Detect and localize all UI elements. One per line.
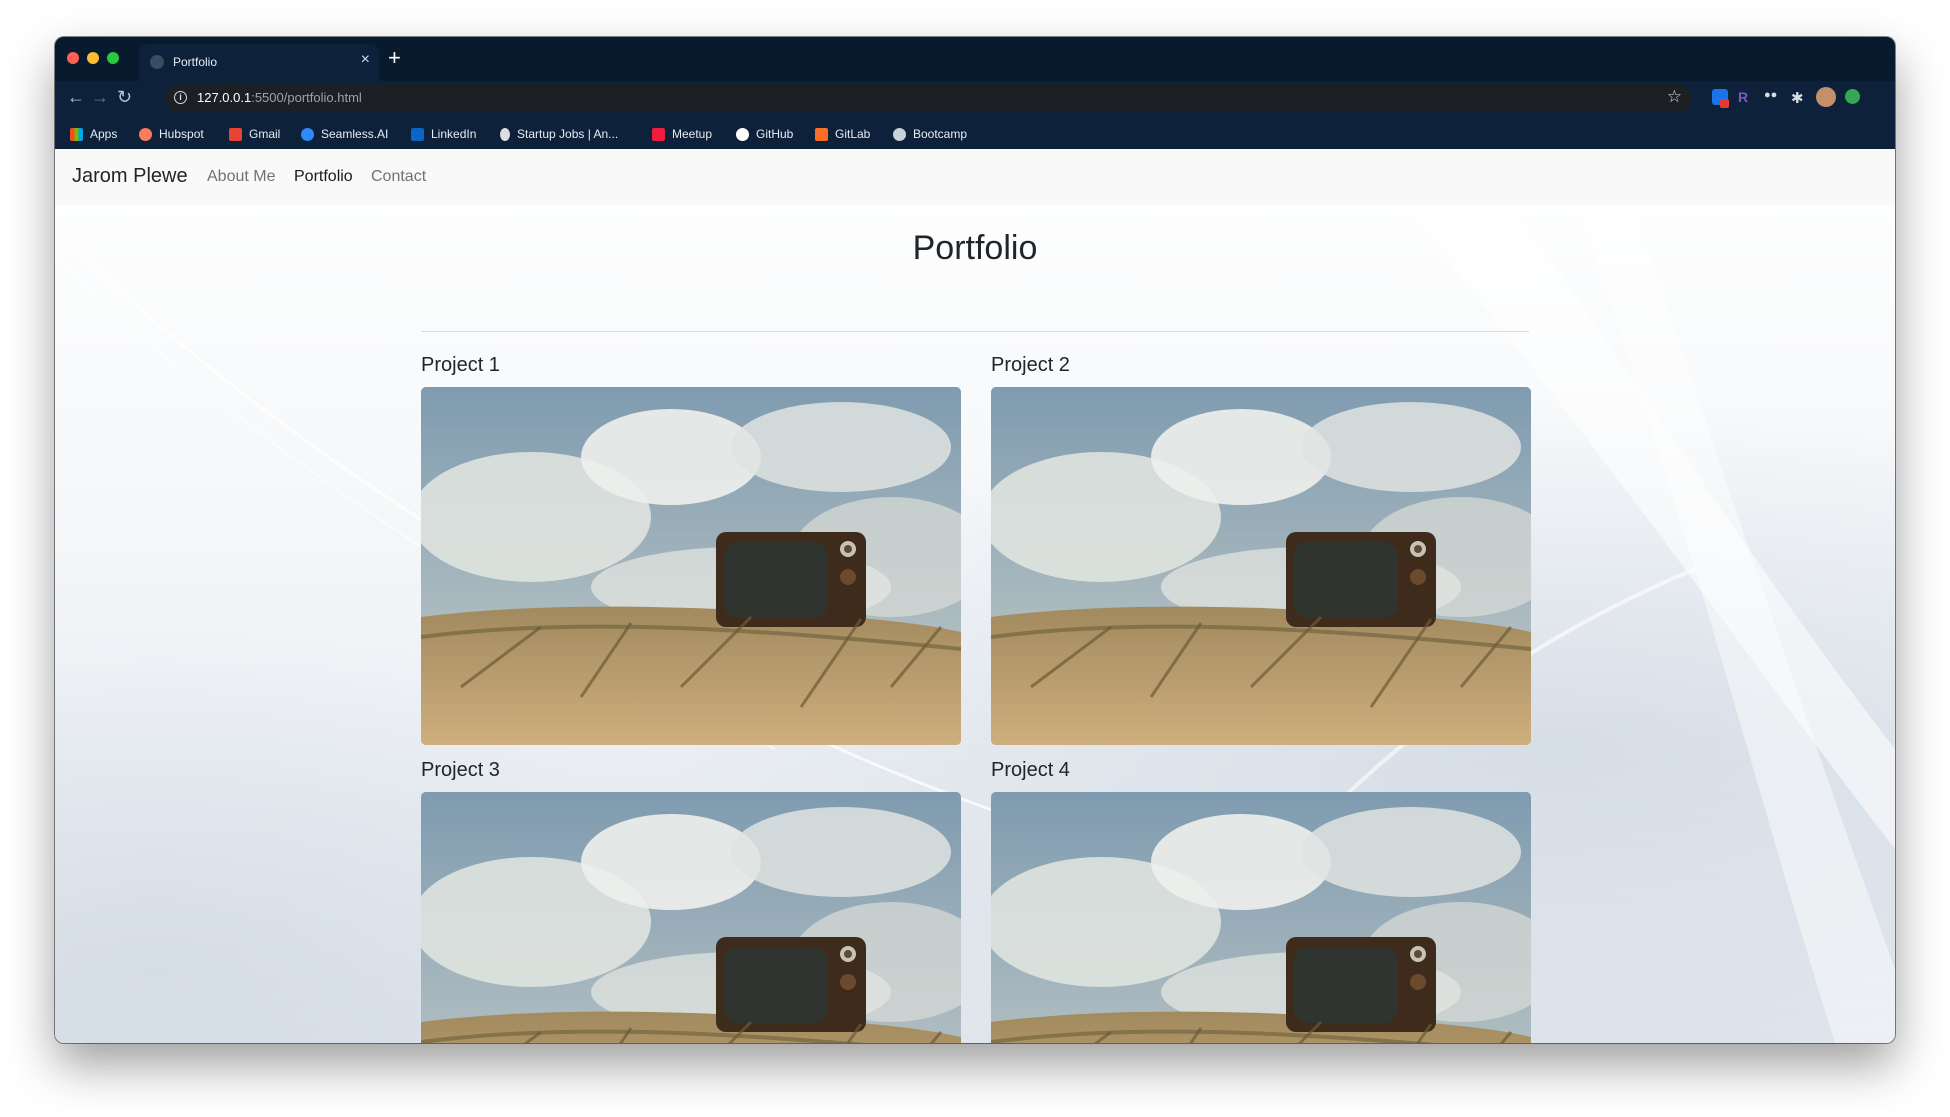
browser-window: Portfolio × + ← → ↻ i 127.0.0.1:5500/por… [55, 37, 1895, 1043]
url-path: :5500/portfolio.html [251, 90, 362, 105]
bookmarks-bar: Apps Hubspot Gmail Seamless.AI LinkedIn … [55, 119, 1895, 149]
extension-r-icon[interactable]: R [1738, 89, 1754, 105]
project-title: Project 4 [991, 759, 1070, 781]
page-title: Portfolio [912, 229, 1038, 267]
url-text[interactable]: 127.0.0.1:5500/portfolio.html [197, 90, 362, 105]
project-image[interactable] [991, 387, 1531, 745]
site-navbar: Jarom Plewe About Me Portfolio Contact [55, 149, 1895, 205]
site-brand[interactable]: Jarom Plewe [72, 165, 188, 188]
tab-title: Portfolio [173, 55, 218, 69]
url-host: 127.0.0.1 [197, 90, 252, 105]
project-title: Project 3 [421, 759, 500, 781]
project-image[interactable] [421, 387, 961, 745]
browser-tab-portfolio[interactable]: Portfolio × [139, 44, 379, 81]
retro-tv-on-beach-photo [421, 792, 961, 1043]
linkedin-icon [411, 127, 424, 141]
new-tab-button[interactable]: + [388, 47, 401, 69]
nav-link-about-me[interactable]: About Me [207, 168, 275, 186]
address-bar[interactable]: i 127.0.0.1:5500/portfolio.html ☆ [164, 84, 1692, 112]
background-swoosh [55, 149, 1895, 1043]
extension-badge [1720, 99, 1729, 108]
bookmark-seamless-ai[interactable]: Seamless.AI [301, 125, 388, 143]
retro-tv-on-beach-photo [991, 387, 1531, 745]
bookmark-gitlab[interactable]: GitLab [815, 125, 870, 143]
tab-close-icon[interactable]: × [361, 51, 370, 69]
bookmark-label: GitLab [835, 127, 871, 141]
bookmark-github[interactable]: GitHub [736, 125, 793, 143]
browser-chrome: Portfolio × + ← → ↻ i 127.0.0.1:5500/por… [55, 37, 1895, 149]
bookmark-label: Gmail [249, 127, 281, 141]
nav-link-contact[interactable]: Contact [371, 168, 426, 186]
bookmark-label: GitHub [756, 127, 794, 141]
site-info-icon[interactable]: i [174, 91, 187, 104]
maximize-window-button[interactable] [107, 52, 119, 64]
project-image[interactable] [991, 792, 1531, 1043]
bookmark-meetup[interactable]: Meetup [652, 125, 712, 143]
hubspot-icon [139, 127, 152, 141]
bookmark-label: Hubspot [159, 127, 204, 141]
update-available-icon[interactable] [1845, 89, 1860, 104]
bookmark-gmail[interactable]: Gmail [229, 125, 280, 143]
bookmark-startup-jobs[interactable]: Startup Jobs | An... [500, 125, 618, 143]
meetup-icon [652, 127, 665, 141]
reload-icon[interactable]: ↻ [117, 88, 132, 106]
tab-strip: Portfolio × + [55, 37, 1895, 81]
minimize-window-button[interactable] [87, 52, 99, 64]
project-image[interactable] [421, 792, 961, 1043]
forward-arrow-icon[interactable]: → [91, 88, 109, 106]
bookmark-label: Bootcamp [913, 127, 968, 141]
retro-tv-on-beach-photo [991, 792, 1531, 1043]
retro-tv-on-beach-photo [421, 387, 961, 745]
nav-link-portfolio[interactable]: Portfolio [294, 168, 353, 186]
bookmark-star-icon[interactable]: ☆ [1667, 87, 1682, 107]
extensions-puzzle-icon[interactable]: ✱ [1791, 89, 1807, 107]
bookmark-hubspot[interactable]: Hubspot [139, 125, 204, 143]
github-icon [736, 127, 749, 141]
gitlab-icon [815, 127, 828, 141]
apps-grid-icon [70, 127, 83, 141]
bookmark-label: LinkedIn [431, 127, 477, 141]
tab-favicon-icon [150, 55, 164, 69]
bookmark-label: Meetup [672, 127, 713, 141]
back-arrow-icon[interactable]: ← [67, 88, 85, 106]
seamless-search-icon [301, 127, 314, 141]
project-title: Project 1 [421, 354, 500, 376]
angellist-hand-icon [500, 127, 510, 141]
profile-avatar[interactable] [1816, 87, 1836, 107]
title-divider [421, 331, 1529, 332]
globe-icon [893, 127, 906, 141]
bookmark-label: Startup Jobs | An... [517, 127, 619, 141]
extension-glasses-icon[interactable]: ●● [1764, 89, 1780, 105]
bookmark-apps[interactable]: Apps [70, 125, 117, 143]
bookmark-linkedin[interactable]: LinkedIn [411, 125, 476, 143]
gmail-icon [229, 127, 242, 141]
close-window-button[interactable] [67, 52, 79, 64]
bookmark-label: Seamless.AI [321, 127, 389, 141]
project-title: Project 2 [991, 354, 1070, 376]
bookmark-bootcamp[interactable]: Bootcamp [893, 125, 967, 143]
page-viewport[interactable]: Jarom Plewe About Me Portfolio Contact P… [55, 149, 1895, 1043]
bookmark-label: Apps [90, 127, 118, 141]
